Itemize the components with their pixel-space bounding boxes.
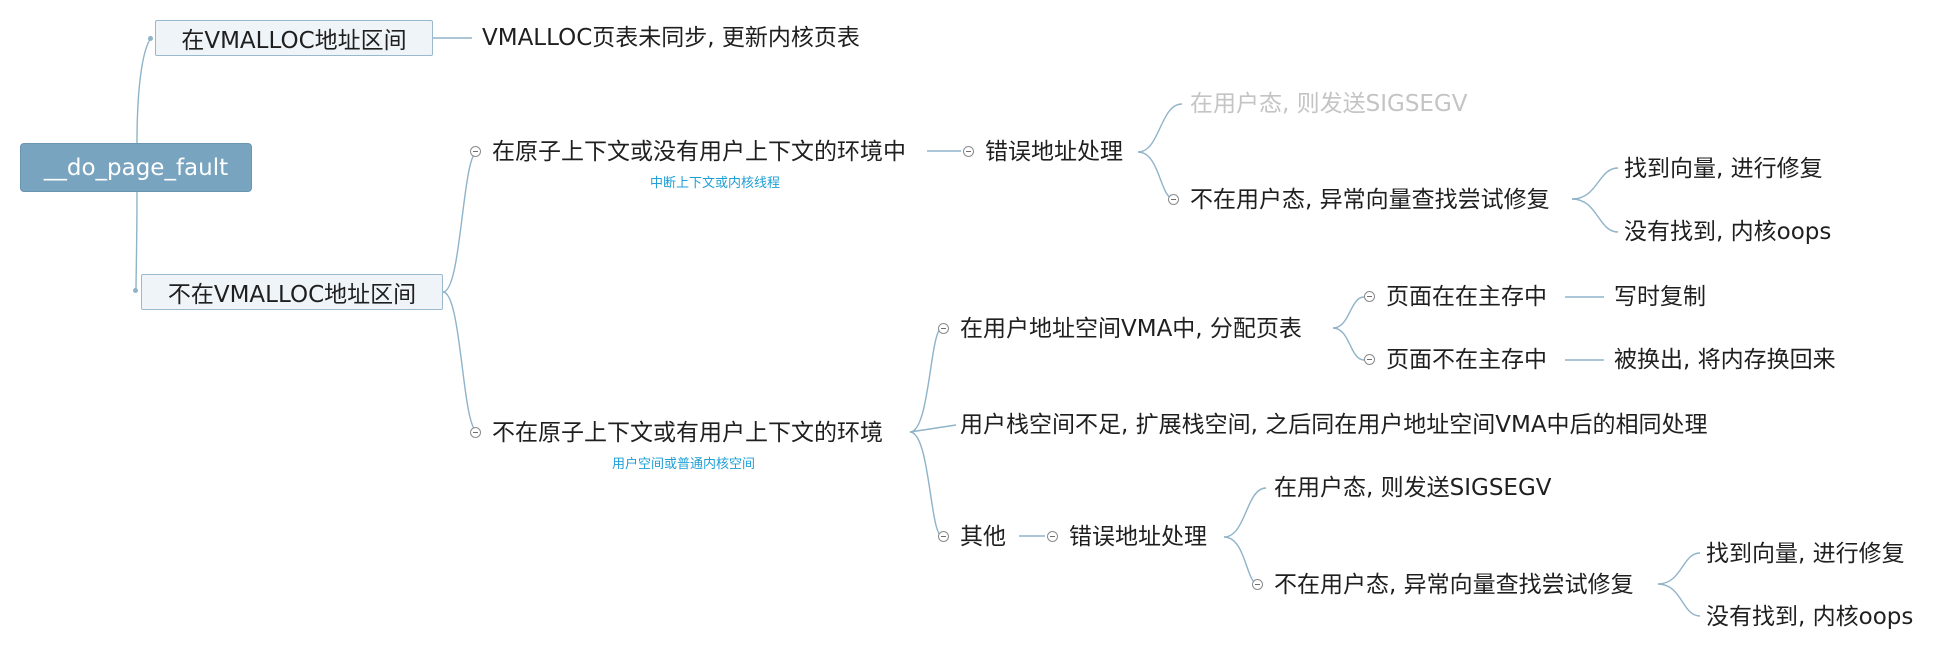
edge-notuser-found bbox=[1571, 167, 1619, 200]
collapse-icon[interactable] bbox=[470, 146, 481, 157]
collapse-icon[interactable] bbox=[963, 146, 974, 157]
edge-error-user bbox=[1137, 103, 1183, 153]
edge-error-notuser bbox=[1137, 151, 1175, 200]
edge-root-not-vmalloc bbox=[135, 191, 138, 291]
edge-user-vma bbox=[909, 327, 943, 433]
edge-notuser-notfound bbox=[1571, 198, 1619, 233]
root-node[interactable]: __do_page_fault bbox=[20, 143, 252, 192]
collapse-icon[interactable] bbox=[1047, 531, 1058, 542]
node-in-vmalloc-label: 在VMALLOC地址区间 bbox=[181, 28, 407, 54]
mind-map-canvas: __do_page_fault 在VMALLOC地址区间 VMALLOC页表未同… bbox=[0, 0, 1950, 653]
node-other[interactable]: 其他 bbox=[960, 526, 1006, 549]
node-stack-expand[interactable]: 用户栈空间不足, 扩展栈空间, 之后同在用户地址空间VMA中后的相同处理 bbox=[960, 414, 1708, 437]
edge-root-vmalloc bbox=[136, 37, 152, 144]
node-atomic-error-handling[interactable]: 错误地址处理 bbox=[985, 141, 1123, 164]
node-in-vmalloc[interactable]: 在VMALLOC地址区间 bbox=[155, 20, 433, 56]
collapse-icon[interactable] bbox=[938, 531, 949, 542]
edge-error2-user bbox=[1223, 487, 1267, 538]
edge-vma-notinmem bbox=[1332, 327, 1365, 361]
node-not-vmalloc-label: 不在VMALLOC地址区间 bbox=[167, 282, 417, 308]
node-atomic-context[interactable]: 在原子上下文或没有用户上下文的环境中 bbox=[492, 141, 906, 164]
note-atomic-context: 中断上下文或内核线程 bbox=[650, 176, 781, 191]
node-other-found[interactable]: 找到向量, 进行修复 bbox=[1706, 543, 1905, 566]
node-atomic-found[interactable]: 找到向量, 进行修复 bbox=[1624, 158, 1823, 181]
node-other-error-handling[interactable]: 错误地址处理 bbox=[1069, 526, 1207, 549]
node-vma[interactable]: 在用户地址空间VMA中, 分配页表 bbox=[960, 318, 1302, 341]
node-in-memory[interactable]: 页面在在主存中 bbox=[1386, 286, 1547, 309]
connector-dot bbox=[133, 288, 138, 293]
collapse-icon[interactable] bbox=[938, 323, 949, 334]
collapse-icon[interactable] bbox=[1168, 194, 1179, 205]
node-not-in-memory[interactable]: 页面不在主存中 bbox=[1386, 349, 1547, 372]
node-not-vmalloc[interactable]: 不在VMALLOC地址区间 bbox=[141, 274, 443, 310]
collapse-icon[interactable] bbox=[1364, 354, 1375, 365]
edge-notvmalloc-user bbox=[442, 291, 479, 433]
collapse-icon[interactable] bbox=[1364, 291, 1375, 302]
node-other-user-mode[interactable]: 在用户态, 则发送SIGSEGV bbox=[1274, 477, 1552, 500]
collapse-icon[interactable] bbox=[1252, 579, 1263, 590]
node-atomic-not-user-mode[interactable]: 不在用户态, 异常向量查找尝试修复 bbox=[1190, 189, 1550, 212]
edge-notuser2-notfound bbox=[1657, 583, 1701, 617]
node-swap-in[interactable]: 被换出, 将内存换回来 bbox=[1614, 349, 1836, 372]
node-user-context[interactable]: 不在原子上下文或有用户上下文的环境 bbox=[492, 422, 883, 445]
node-atomic-user-mode[interactable]: 在用户态, 则发送SIGSEGV bbox=[1190, 93, 1468, 116]
collapse-icon[interactable] bbox=[470, 427, 481, 438]
note-user-context: 用户空间或普通内核空间 bbox=[612, 457, 756, 472]
edge-error2-notuser bbox=[1223, 536, 1259, 585]
node-other-not-user-mode[interactable]: 不在用户态, 异常向量查找尝试修复 bbox=[1274, 574, 1634, 597]
connector-dot bbox=[148, 36, 153, 41]
edge-notuser2-found bbox=[1657, 552, 1701, 585]
node-vmalloc-sync[interactable]: VMALLOC页表未同步, 更新内核页表 bbox=[482, 27, 860, 50]
edge-notvmalloc-atomic bbox=[442, 150, 479, 293]
root-label: __do_page_fault bbox=[43, 154, 229, 181]
edge-user-other bbox=[909, 431, 943, 537]
node-copy-on-write[interactable]: 写时复制 bbox=[1614, 286, 1706, 309]
node-atomic-not-found[interactable]: 没有找到, 内核oops bbox=[1624, 221, 1831, 244]
node-other-not-found[interactable]: 没有找到, 内核oops bbox=[1706, 606, 1913, 629]
edge-vma-inmem bbox=[1332, 296, 1365, 329]
